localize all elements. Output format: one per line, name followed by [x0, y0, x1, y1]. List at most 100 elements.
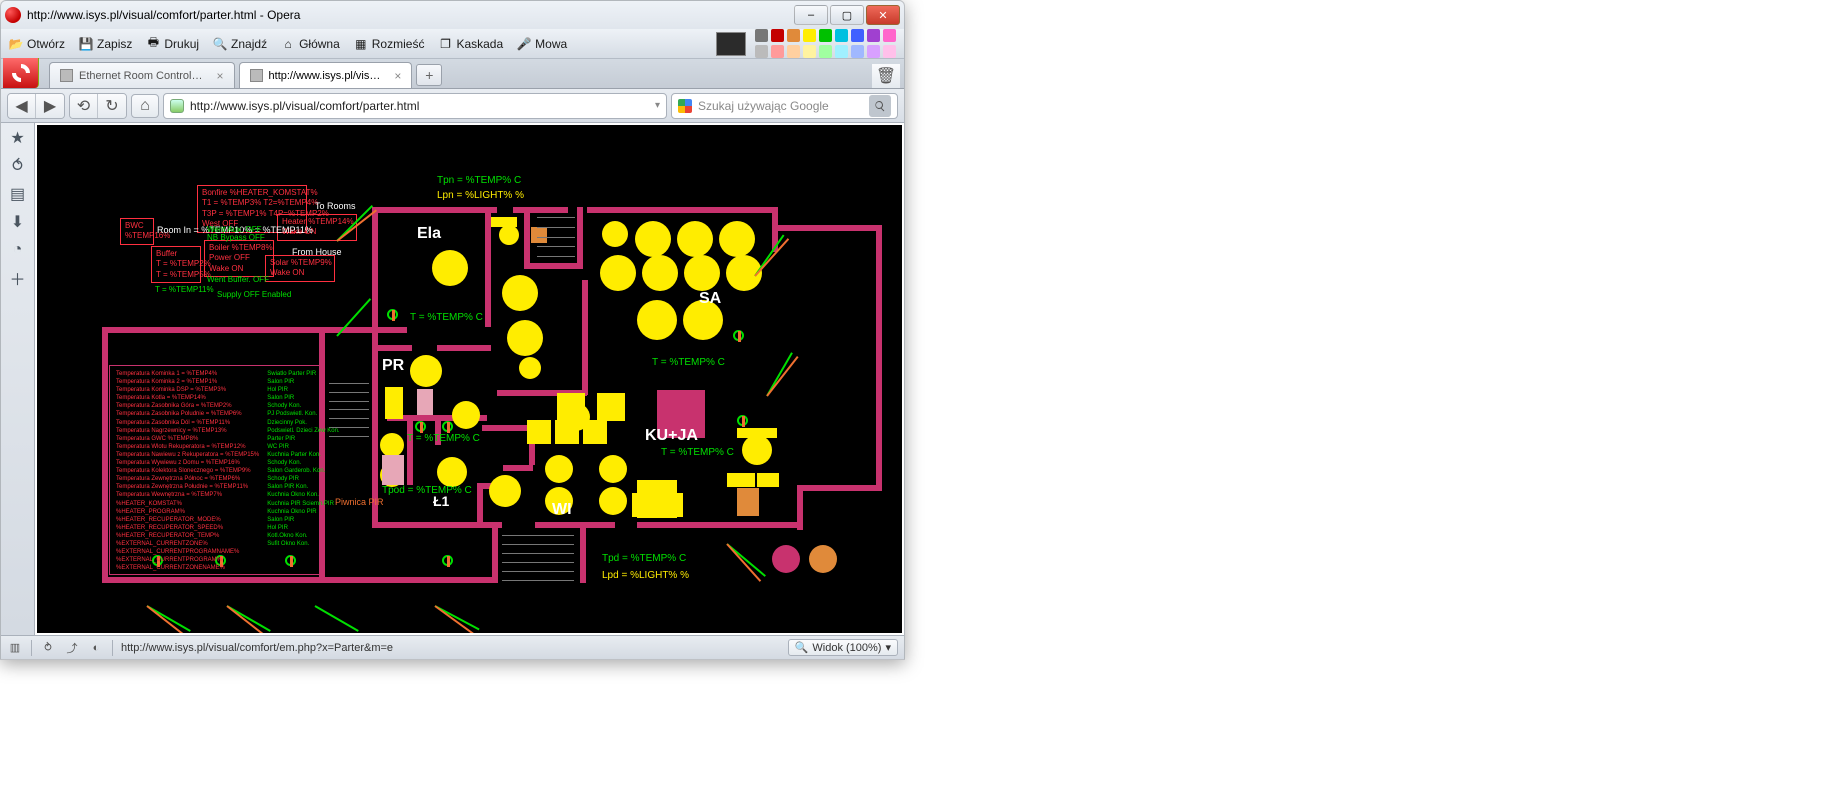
page-icon	[250, 69, 263, 82]
furniture-block	[583, 420, 607, 444]
sync-icon[interactable]: ⥁	[40, 640, 56, 656]
links-icon[interactable]: ⥀	[9, 157, 27, 175]
menu-tile[interactable]: ▦Rozmieść	[354, 37, 425, 51]
light[interactable]	[742, 435, 772, 465]
swatch-chip[interactable]	[755, 29, 768, 42]
swatch-chip[interactable]	[803, 45, 816, 58]
tab-close-icon[interactable]: ×	[394, 69, 401, 83]
sensor-icon[interactable]	[387, 309, 398, 320]
label-temp-sa: T = %TEMP% C	[652, 357, 725, 368]
zoom-indicator[interactable]: 🔍 Widok (100%) ▾	[788, 639, 898, 656]
star-icon[interactable]: ★	[9, 129, 27, 147]
swatch-chip[interactable]	[867, 29, 880, 42]
light[interactable]	[602, 221, 628, 247]
sensor-icon[interactable]	[733, 330, 744, 341]
panel-toggle-icon[interactable]: ▥	[7, 640, 23, 656]
swatch-chip[interactable]	[851, 45, 864, 58]
trash-button[interactable]: 🗑	[872, 64, 900, 88]
sensor-icon[interactable]	[737, 415, 748, 426]
swatch-chip[interactable]	[819, 45, 832, 58]
nav-rewind-button[interactable]: ⟲	[70, 94, 98, 118]
sensor-icon[interactable]	[442, 555, 453, 566]
nav-home-button[interactable]: ⌂	[131, 94, 159, 118]
light[interactable]	[519, 357, 541, 379]
floor-plan-page[interactable]: Tpn = %TEMP% C Lpn = %LIGHT% % Tpd = %TE…	[37, 125, 902, 633]
colour-swatches[interactable]	[716, 29, 896, 58]
tab-close-icon[interactable]: ×	[217, 69, 224, 83]
light[interactable]	[637, 300, 677, 340]
light[interactable]	[599, 455, 627, 483]
light[interactable]	[489, 475, 521, 507]
light[interactable]	[677, 221, 713, 257]
menu-home[interactable]: ⌂Główna	[281, 37, 340, 51]
window-maximize-button[interactable]: ▢	[830, 5, 864, 25]
light[interactable]	[719, 221, 755, 257]
swatch-chip[interactable]	[787, 29, 800, 42]
swatch-chip[interactable]	[771, 29, 784, 42]
window-close-button[interactable]: ✕	[866, 5, 900, 25]
light[interactable]	[499, 225, 519, 245]
add-panel-icon[interactable]: ＋	[9, 269, 27, 287]
turbo-icon[interactable]: ◐	[88, 640, 104, 656]
light[interactable]	[437, 457, 467, 487]
download-icon[interactable]: ⬇	[9, 213, 27, 231]
menu-open[interactable]: 📂Otwórz	[9, 37, 65, 51]
opera-menu-button[interactable]	[3, 58, 39, 88]
light[interactable]	[432, 250, 468, 286]
search-icon	[874, 100, 886, 112]
light[interactable]	[452, 401, 480, 429]
label-tpod: Tpod = %TEMP% C	[382, 485, 472, 496]
wall	[102, 577, 497, 583]
address-bar[interactable]: http://www.isys.pl/visual/comfort/parter…	[163, 93, 667, 119]
info-line: Temperatura GWC %TEMP8%	[116, 435, 259, 443]
info-line: Kuchnia Okno PIR	[267, 508, 339, 516]
nav-forward-button[interactable]: ▶	[36, 94, 64, 118]
info-line: %HEATER_RECUPERATOR_MODE%	[116, 516, 259, 524]
sensor-icon[interactable]	[442, 421, 453, 432]
search-bar[interactable]: Szukaj używając Google	[671, 93, 898, 119]
share-icon[interactable]: ⤴	[64, 640, 80, 656]
light[interactable]	[502, 275, 538, 311]
light[interactable]	[635, 221, 671, 257]
light[interactable]	[642, 255, 678, 291]
swatch-chip[interactable]	[883, 29, 896, 42]
info-line: Temperatura Kolektora Slonecznego = %TEM…	[116, 467, 259, 475]
menu-speech[interactable]: 🎤Mowa	[517, 37, 567, 51]
wall	[535, 522, 615, 528]
light[interactable]	[599, 487, 627, 515]
menu-cascade[interactable]: ❐Kaskada	[438, 37, 503, 51]
tab-ethernet-room-control[interactable]: Ethernet Room Control… ×	[49, 62, 235, 88]
swatch-chip[interactable]	[771, 45, 784, 58]
nav-back-button[interactable]: ◀	[8, 94, 36, 118]
search-go-button[interactable]	[869, 95, 891, 117]
tab-isys-parter[interactable]: http://www.isys.pl/vis… ×	[239, 62, 413, 88]
new-tab-button[interactable]: +	[416, 64, 442, 86]
chevron-down-icon[interactable]: ▾	[655, 100, 660, 111]
window-minimize-button[interactable]: –	[794, 5, 828, 25]
menu-find[interactable]: 🔍Znajdź	[213, 37, 267, 51]
swatch-current[interactable]	[716, 32, 746, 56]
light[interactable]	[507, 320, 543, 356]
history-icon[interactable]: ◔	[9, 241, 27, 259]
swatch-chip[interactable]	[835, 45, 848, 58]
menu-print[interactable]: 🖶Drukuj	[146, 37, 199, 51]
swatch-chip[interactable]	[851, 29, 864, 42]
swatch-chip[interactable]	[835, 29, 848, 42]
sensor-icon[interactable]	[415, 421, 426, 432]
menu-save[interactable]: 💾Zapisz	[79, 37, 132, 51]
swatch-chip[interactable]	[867, 45, 880, 58]
light[interactable]	[600, 255, 636, 291]
swatch-chip[interactable]	[803, 29, 816, 42]
light[interactable]	[545, 455, 573, 483]
light[interactable]	[410, 355, 442, 387]
nav-reload-button[interactable]: ↻	[98, 94, 126, 118]
swatch-chip[interactable]	[755, 45, 768, 58]
text-supply: Supply OFF Enabled	[217, 290, 291, 299]
swatch-chip[interactable]	[883, 45, 896, 58]
light[interactable]	[684, 255, 720, 291]
info-line: PJ Podswietl. Kon.	[267, 410, 339, 418]
note-icon[interactable]: ▤	[9, 185, 27, 203]
light[interactable]	[380, 433, 404, 457]
swatch-chip[interactable]	[819, 29, 832, 42]
swatch-chip[interactable]	[787, 45, 800, 58]
